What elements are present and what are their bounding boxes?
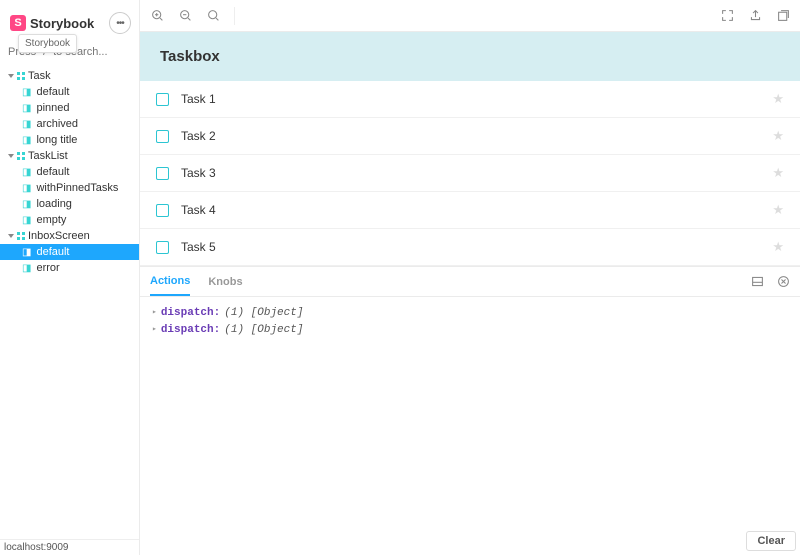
caret-down-icon [8,234,14,238]
tree-item-label: pinned [36,102,69,114]
checkbox[interactable] [156,130,169,143]
tree-item[interactable]: ◨ archived [0,116,139,132]
star-icon[interactable]: ★ [772,91,784,107]
task-title: Task 5 [181,240,760,254]
star-icon[interactable]: ★ [772,202,784,218]
task-row: Task 3 ★ [140,155,800,192]
log-value: (1) [Object] [224,322,303,339]
tooltip: Storybook [18,34,77,53]
component-icon [17,232,25,240]
task-row: Task 1 ★ [140,81,800,118]
storybook-logo-icon: S [10,15,26,31]
bookmark-icon: ◨ [22,247,31,258]
task-title: Task 1 [181,92,760,106]
log-line[interactable]: ▸ dispatch: (1) [Object] [152,305,788,322]
bookmark-icon: ◨ [22,183,31,194]
checkbox[interactable] [156,93,169,106]
share-icon[interactable] [748,9,762,22]
zoom-reset-icon[interactable] [206,9,220,22]
separator [234,7,235,25]
toolbar [140,0,800,32]
tree-item[interactable]: ◨ empty [0,212,139,228]
log-key: dispatch: [161,305,220,322]
tree-group-label: Task [28,70,51,82]
zoom-out-icon[interactable] [178,9,192,22]
clear-button[interactable]: Clear [746,531,796,551]
expand-icon[interactable]: ▸ [152,324,157,336]
tree-item-label: default [36,246,69,258]
tree-item-label: default [36,86,69,98]
tree-item-label: default [36,166,69,178]
component-icon [17,152,25,160]
addons-panel: Actions Knobs ▸ dispatch: (1) [Object] ▸ dis… [140,266,800,555]
tree-item[interactable]: ◨ long title [0,132,139,148]
tree-item[interactable]: ◨ default [0,84,139,100]
menu-button[interactable]: ••• [109,12,131,34]
tree-group[interactable]: InboxScreen [0,228,139,244]
bookmark-icon: ◨ [22,167,31,178]
log-key: dispatch: [161,322,220,339]
page-title: Taskbox [160,48,780,65]
bookmark-icon: ◨ [22,103,31,114]
close-panel-icon[interactable] [776,275,790,288]
canvas: Taskbox Task 1★Task 2★Task 3★Task 4★Task… [140,32,800,555]
tree-item-label: loading [36,198,71,210]
checkbox[interactable] [156,204,169,217]
bookmark-icon: ◨ [22,135,31,146]
task-list: Task 1 ★ Task 2 ★ Task 3 ★ Task 4 ★ Task 5 ★ [140,81,800,266]
tree-group[interactable]: TaskList [0,148,139,164]
task-title: Task 2 [181,129,760,143]
component-icon [17,72,25,80]
bookmark-icon: ◨ [22,199,31,210]
tree-item[interactable]: ◨ pinned [0,100,139,116]
caret-down-icon [8,74,14,78]
checkbox[interactable] [156,241,169,254]
story-tree: Task ◨ default ◨ pinned ◨ archived ◨ long title T… [0,64,139,276]
log-line[interactable]: ▸ dispatch: (1) [Object] [152,322,788,339]
task-title: Task 3 [181,166,760,180]
star-icon[interactable]: ★ [772,239,784,255]
panel-orientation-icon[interactable] [750,275,764,288]
actions-log: ▸ dispatch: (1) [Object] ▸ dispatch: (1) [O… [140,297,800,346]
caret-down-icon [8,154,14,158]
fullscreen-icon[interactable] [720,9,734,22]
bookmark-icon: ◨ [22,263,31,274]
expand-icon[interactable]: ▸ [152,307,157,319]
tree-item-label: withPinnedTasks [36,182,118,194]
tree-item-label: error [36,262,59,274]
tree-item[interactable]: ◨ loading [0,196,139,212]
zoom-in-icon[interactable] [150,9,164,22]
tree-item-label: archived [36,118,78,130]
footer-host: localhost:9009 [0,539,139,555]
addon-tab[interactable]: Knobs [208,268,242,295]
bookmark-icon: ◨ [22,119,31,130]
tree-group[interactable]: Task [0,68,139,84]
task-row: Task 2 ★ [140,118,800,155]
star-icon[interactable]: ★ [772,128,784,144]
star-icon[interactable]: ★ [772,165,784,181]
tree-item[interactable]: ◨ error [0,260,139,276]
task-row: Task 4 ★ [140,192,800,229]
tree-item[interactable]: ◨ withPinnedTasks [0,180,139,196]
addon-tab[interactable]: Actions [150,267,190,296]
checkbox[interactable] [156,167,169,180]
open-new-tab-icon[interactable] [776,9,790,22]
tree-group-label: InboxScreen [28,230,90,242]
log-value: (1) [Object] [224,305,303,322]
brand-title: Storybook [30,16,94,31]
bookmark-icon: ◨ [22,215,31,226]
tree-item-label: long title [36,134,77,146]
sidebar: S Storybook ••• Storybook Task ◨ default ◨ p… [0,0,140,555]
task-row: Task 5 ★ [140,229,800,266]
task-title: Task 4 [181,203,760,217]
tree-item-label: empty [36,214,66,226]
tree-group-label: TaskList [28,150,68,162]
bookmark-icon: ◨ [22,87,31,98]
tree-item[interactable]: ◨ default [0,164,139,180]
tree-item[interactable]: ◨ default [0,244,139,260]
